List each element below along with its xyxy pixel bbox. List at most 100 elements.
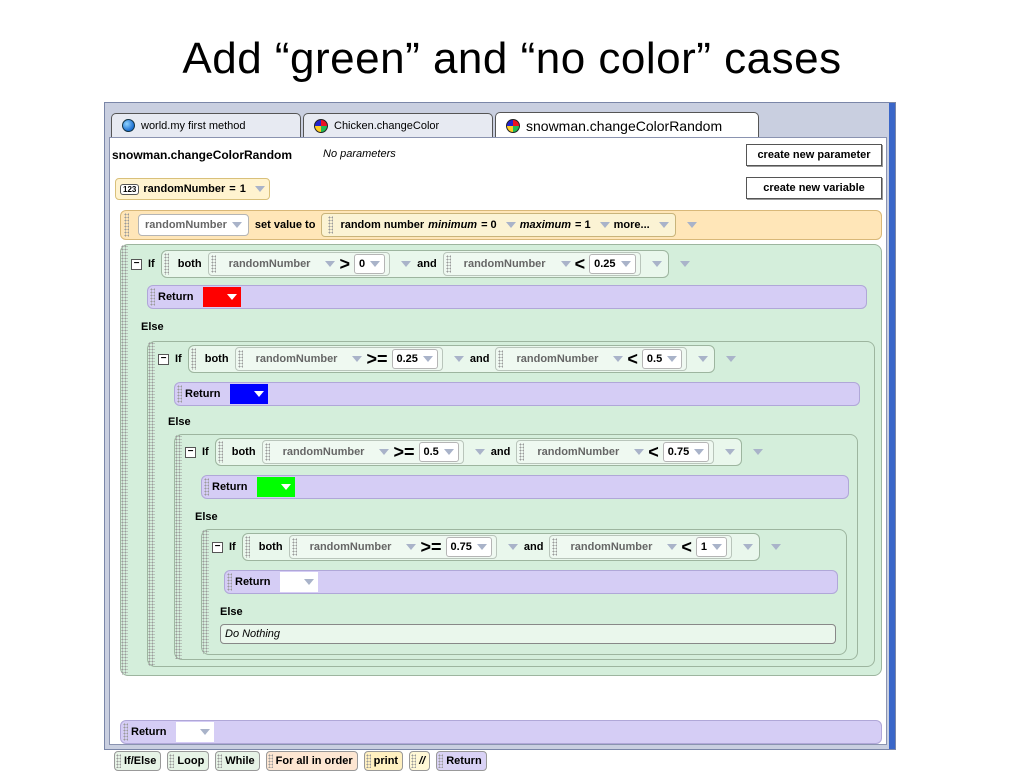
drag-handle-icon[interactable] <box>237 350 243 368</box>
comparison-left[interactable]: randomNumber >= 0.75 <box>288 535 497 559</box>
dropdown-icon[interactable] <box>505 222 516 228</box>
dropdown-icon[interactable] <box>679 261 690 267</box>
palette-if-else[interactable]: If/Else <box>114 751 162 771</box>
palette-print[interactable]: print <box>363 751 404 771</box>
operand-variable[interactable]: randomNumber <box>458 254 552 274</box>
dropdown-icon[interactable] <box>726 356 737 362</box>
variable-tile[interactable]: 123 randomNumber = 1 <box>115 178 270 200</box>
drag-handle-icon[interactable] <box>163 253 169 275</box>
operand-variable[interactable]: randomNumber <box>250 349 344 369</box>
if-else-block-1[interactable]: − If both randomNumber > 0 and randomNum… <box>120 244 882 676</box>
drag-handle-icon[interactable] <box>123 723 128 741</box>
operand-value[interactable]: 0.25 <box>589 254 636 274</box>
color-swatch[interactable] <box>230 384 269 404</box>
drag-handle-icon[interactable] <box>519 443 525 461</box>
dropdown-icon[interactable] <box>753 449 764 455</box>
collapse-icon[interactable]: − <box>185 446 196 458</box>
drag-handle-icon[interactable] <box>217 441 223 463</box>
if-else-block-4[interactable]: − If both randomNumber >= 0.75 and rando… <box>201 529 847 655</box>
both-and-block[interactable]: both randomNumber >= 0.25 and randomNumb… <box>187 345 716 373</box>
return-red-statement[interactable]: Return <box>147 285 867 309</box>
operand-value[interactable]: 0 <box>353 254 386 274</box>
if-else-block-3[interactable]: − If both randomNumber >= 0.5 and random… <box>174 434 858 660</box>
palette-comment[interactable]: // <box>409 751 431 771</box>
drag-handle-icon[interactable] <box>445 255 451 273</box>
dropdown-icon[interactable] <box>453 356 464 362</box>
dropdown-icon[interactable] <box>474 449 485 455</box>
dropdown-icon[interactable] <box>725 449 736 455</box>
comparison-right[interactable]: randomNumber < 0.25 <box>442 252 641 276</box>
set-variable-chip[interactable]: randomNumber <box>138 214 249 236</box>
comparison-right[interactable]: randomNumber < 1 <box>549 535 733 559</box>
both-and-block[interactable]: both randomNumber >= 0.75 and randomNumb… <box>241 533 761 561</box>
drag-handle-icon[interactable] <box>190 348 196 370</box>
drag-handle-icon[interactable] <box>244 536 250 558</box>
color-swatch[interactable] <box>203 287 242 307</box>
operand-value[interactable]: 0.5 <box>418 442 459 462</box>
drag-handle-icon[interactable] <box>204 478 209 496</box>
collapse-icon[interactable]: − <box>158 353 169 365</box>
dropdown-icon[interactable] <box>254 186 265 192</box>
drag-handle-icon[interactable] <box>175 435 182 659</box>
collapse-icon[interactable]: − <box>212 541 223 553</box>
both-and-block[interactable]: both randomNumber >= 0.5 and randomNumbe… <box>214 438 743 466</box>
create-new-variable-button[interactable]: create new variable <box>746 177 882 199</box>
dropdown-icon[interactable] <box>686 222 697 228</box>
dropdown-icon[interactable] <box>698 356 709 362</box>
operand-variable[interactable]: randomNumber <box>564 537 658 557</box>
return-blue-statement[interactable]: Return <box>174 382 860 406</box>
operand-value[interactable]: 0.5 <box>641 349 683 369</box>
comparison-right[interactable]: randomNumber < 0.5 <box>495 347 688 371</box>
comparison-right[interactable]: randomNumber < 0.75 <box>516 440 715 464</box>
operand-value[interactable]: 0.75 <box>662 442 710 462</box>
dropdown-icon[interactable] <box>658 222 669 228</box>
color-swatch[interactable] <box>257 477 296 497</box>
palette-while[interactable]: While <box>215 751 260 771</box>
maximum-value[interactable]: = 1 <box>575 219 591 231</box>
random-number-function[interactable]: random number minimum = 0 maximum = 1 mo… <box>321 213 676 237</box>
operand-variable[interactable]: randomNumber <box>304 537 398 557</box>
collapse-icon[interactable]: − <box>131 258 142 270</box>
palette-loop[interactable]: Loop <box>167 751 210 771</box>
drag-handle-icon[interactable] <box>264 443 270 461</box>
palette-return[interactable]: Return <box>436 751 487 771</box>
color-swatch[interactable] <box>280 572 319 592</box>
drag-handle-icon[interactable] <box>227 573 232 591</box>
tab-world-my-first-method[interactable]: world.my first method <box>111 113 301 137</box>
comparison-left[interactable]: randomNumber > 0 <box>207 252 391 276</box>
drag-handle-icon[interactable] <box>552 538 558 556</box>
operand-variable[interactable]: randomNumber <box>223 254 317 274</box>
palette-for-all-in-order[interactable]: For all in order <box>265 751 358 771</box>
operand-variable[interactable]: randomNumber <box>510 349 604 369</box>
drag-handle-icon[interactable] <box>291 538 297 556</box>
if-else-block-2[interactable]: − If both randomNumber >= 0.25 and rando… <box>147 341 875 667</box>
operand-value[interactable]: 0.25 <box>391 349 438 369</box>
drag-handle-icon[interactable] <box>328 216 334 234</box>
drag-handle-icon[interactable] <box>202 530 209 654</box>
dropdown-icon[interactable] <box>651 261 662 267</box>
final-return-statement[interactable]: Return <box>120 720 882 744</box>
drag-handle-icon[interactable] <box>121 245 128 675</box>
drag-handle-icon[interactable] <box>150 288 155 306</box>
variable-value[interactable]: 1 <box>240 183 246 195</box>
operand-variable[interactable]: randomNumber <box>277 442 371 462</box>
color-swatch[interactable] <box>176 722 215 742</box>
comparison-left[interactable]: randomNumber >= 0.25 <box>234 347 443 371</box>
set-value-statement[interactable]: randomNumber set value to random number … <box>120 210 882 240</box>
drag-handle-icon[interactable] <box>210 255 216 273</box>
tab-chicken-changecolor[interactable]: Chicken.changeColor <box>303 113 493 137</box>
dropdown-icon[interactable] <box>771 544 782 550</box>
both-and-block[interactable]: both randomNumber > 0 and randomNumber <… <box>160 250 669 278</box>
operand-value[interactable]: 1 <box>695 537 728 557</box>
drag-handle-icon[interactable] <box>177 385 182 403</box>
minimum-value[interactable]: = 0 <box>481 219 497 231</box>
dropdown-icon[interactable] <box>743 544 754 550</box>
comparison-left[interactable]: randomNumber >= 0.5 <box>261 440 464 464</box>
create-new-parameter-button[interactable]: create new parameter <box>746 144 882 166</box>
drag-handle-icon[interactable] <box>498 350 504 368</box>
dropdown-icon[interactable] <box>599 222 610 228</box>
tab-snowman-changecolorrandom[interactable]: snowman.changeColorRandom <box>495 112 759 138</box>
dropdown-icon[interactable] <box>401 261 412 267</box>
drag-handle-icon[interactable] <box>148 342 155 666</box>
drag-handle-icon[interactable] <box>124 213 129 237</box>
